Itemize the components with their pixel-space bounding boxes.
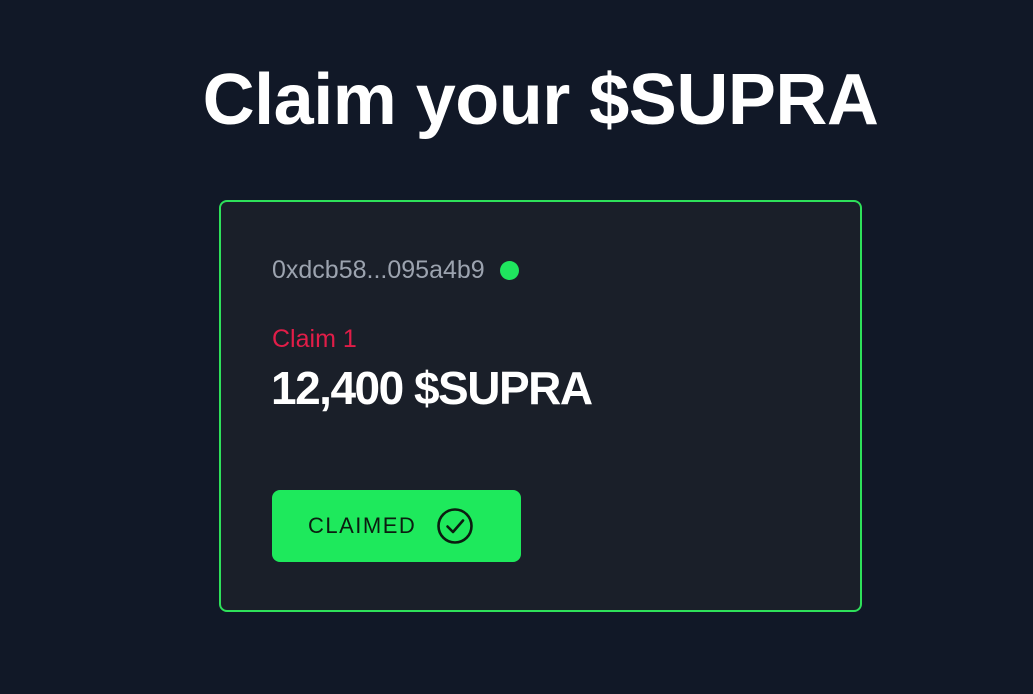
claim-label: Claim 1 xyxy=(272,325,357,353)
claimed-button-label: CLAIMED xyxy=(308,513,417,538)
page-title: Claim your $SUPRA xyxy=(202,60,879,140)
wallet-address: 0xdcb58...095a4b9 xyxy=(272,256,485,284)
check-circle-icon xyxy=(437,508,474,544)
connected-status-dot xyxy=(499,260,519,280)
claim-card: 0xdcb58...095a4b9 Claim 1 12,400 $SUPRA … xyxy=(219,200,862,612)
claim-amount: 12,400 $SUPRA xyxy=(271,362,593,414)
wallet-row: 0xdcb58...095a4b9 xyxy=(272,255,519,285)
claimed-button[interactable]: CLAIMED xyxy=(272,490,521,562)
